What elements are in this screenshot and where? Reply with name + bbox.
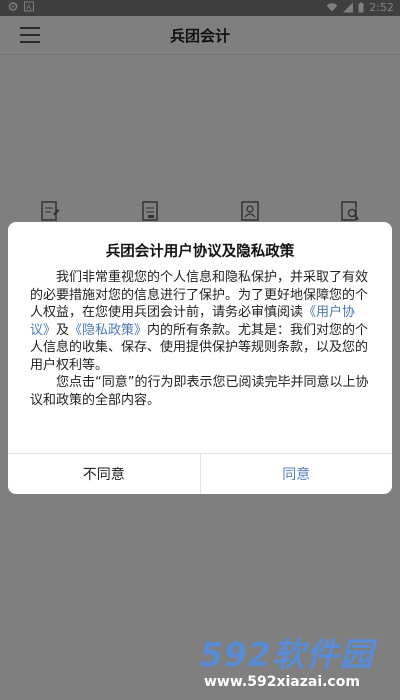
watermark-brand: 592软件园 <box>200 635 374 674</box>
agreement-text-and: 及 <box>56 322 70 338</box>
privacy-agreement-dialog: 兵团会计用户协议及隐私政策 我们非常重视您的个人信息和隐私保护，并采取了有效的必… <box>8 222 392 494</box>
watermark-logo: 592软件园 www.592xiazai.com <box>200 628 396 696</box>
agree-button[interactable]: 同意 <box>201 454 393 494</box>
dialog-body: 我们非常重视您的个人信息和隐私保护，并采取了有效的必要措施对您的信息进行了保护。… <box>30 269 370 409</box>
watermark-url: www.592xiazai.com <box>204 674 360 690</box>
consent-paragraph: 您点击“同意”的行为即表示您已阅读完毕并同意以上协议和政策的全部内容。 <box>30 375 369 408</box>
privacy-policy-link[interactable]: 《隐私政策》 <box>69 323 147 338</box>
agreement-paragraph: 我们非常重视您的个人信息和隐私保护，并采取了有效的必要措施对您的信息进行了保护。… <box>30 269 370 374</box>
dialog-title: 兵团会计用户协议及隐私政策 <box>105 244 295 260</box>
dialog-buttons: 不同意 同意 <box>8 453 392 494</box>
disagree-button[interactable]: 不同意 <box>8 454 201 494</box>
